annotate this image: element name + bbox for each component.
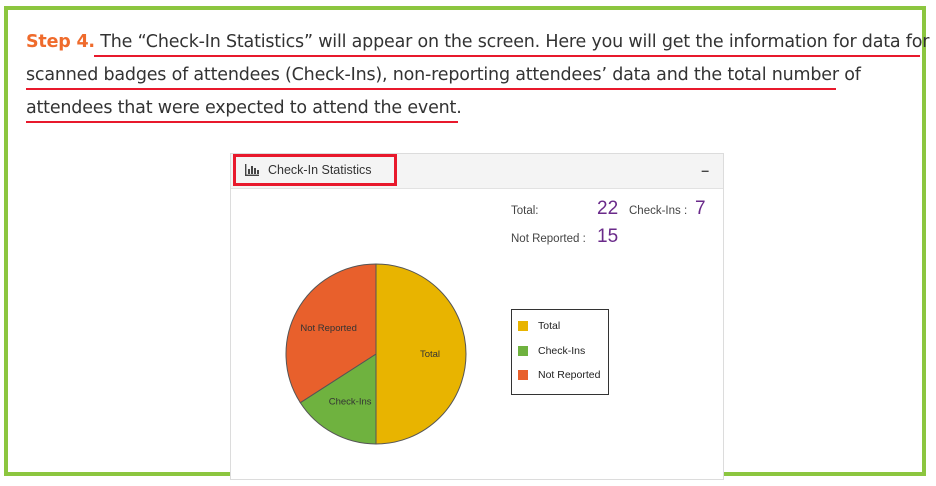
legend-label-total: Total	[538, 320, 561, 332]
instruction-line-2: scanned badges of attendees (Check-Ins),…	[26, 59, 916, 92]
checkin-statistics-widget: Check-In Statistics – Total: 22 Check-In…	[230, 153, 724, 480]
checkins-value: 7	[695, 198, 706, 219]
total-value: 22	[597, 198, 619, 219]
legend-swatch	[518, 321, 528, 331]
legend-item-not-reported: Not Reported	[518, 368, 600, 382]
red-underline	[26, 120, 458, 123]
legend-label-not-reported: Not Reported	[538, 369, 601, 381]
widget-title-highlight: Check-In Statistics	[233, 154, 397, 186]
legend-label-checkins: Check-Ins	[538, 345, 586, 357]
not-reported-value: 15	[597, 226, 619, 247]
instruction-line-1-text: The “Check-In Statistics” will appear on…	[94, 32, 930, 52]
total-label: Total:	[511, 205, 539, 217]
instruction-line-1: Step 4. The “Check-In Statistics” will a…	[26, 26, 929, 59]
not-reported-label: Not Reported :	[511, 233, 586, 245]
legend-swatch	[518, 346, 528, 356]
legend-item-checkins: Check-Ins	[518, 344, 585, 358]
checkins-label: Check-Ins :	[629, 205, 688, 217]
legend-swatch	[518, 370, 528, 380]
pie-slice-label: Total	[420, 349, 440, 360]
chart-legend: Total Check-Ins Not Reported	[511, 309, 609, 395]
pie-chart: Total Check-Ins Not Reported	[285, 263, 467, 445]
instruction-text: Step 4. The “Check-In Statistics” will a…	[26, 26, 929, 125]
instruction-line-3-text: attendees that were expected to attend t…	[26, 98, 462, 118]
instruction-line-2-text: scanned badges of attendees (Check-Ins),…	[26, 65, 861, 85]
instruction-line-3: attendees that were expected to attend t…	[26, 92, 916, 125]
pie-slice-label: Check-Ins	[329, 396, 372, 407]
red-underline	[26, 87, 836, 90]
legend-item-total: Total	[518, 319, 560, 333]
pie-slice-label: Not Reported	[300, 323, 357, 334]
red-underline	[94, 54, 920, 57]
widget-title: Check-In Statistics	[268, 163, 372, 177]
bar-chart-icon	[245, 164, 259, 176]
step-label: Step 4.	[26, 32, 95, 52]
widget-header: Check-In Statistics –	[231, 154, 723, 189]
collapse-button[interactable]: –	[701, 162, 709, 178]
